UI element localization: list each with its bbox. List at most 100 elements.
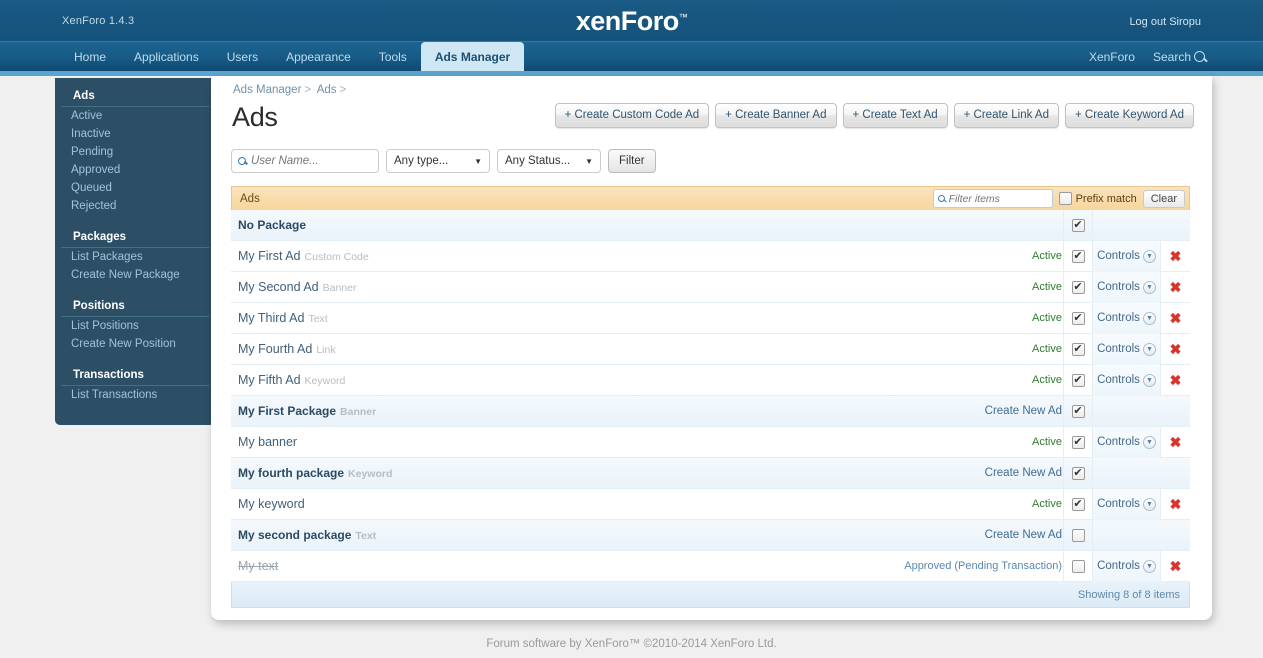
sidebar-item-inactive[interactable]: Inactive xyxy=(55,125,215,143)
type-select[interactable]: Any type... ▼ xyxy=(386,149,490,173)
chevron-down-icon: ▼ xyxy=(1142,249,1156,263)
sidebar-item-create-new-position[interactable]: Create New Position xyxy=(55,335,215,353)
controls-dropdown[interactable]: Controls ▼ xyxy=(1093,426,1161,458)
row-checkbox-cell: ✔ xyxy=(1063,240,1093,272)
breadcrumb-item-ads[interactable]: Ads xyxy=(317,84,337,96)
row-name[interactable]: My text xyxy=(231,559,278,573)
row-name[interactable]: My Fourth Ad Link xyxy=(231,342,336,356)
row-checkbox[interactable]: ✔ xyxy=(1071,218,1085,232)
sidebar-item-queued[interactable]: Queued xyxy=(55,179,215,197)
prefix-match-checkbox[interactable] xyxy=(1058,192,1072,205)
delete-button[interactable]: ✖ xyxy=(1161,334,1190,365)
controls-label: Controls xyxy=(1097,498,1140,510)
filter-items-input[interactable] xyxy=(948,192,1045,205)
close-icon: ✖ xyxy=(1169,434,1182,450)
create-new-ad-link[interactable]: Create New Ad xyxy=(985,467,1062,479)
sidebar-item-list-packages[interactable]: List Packages xyxy=(55,248,215,266)
sidebar-item-create-new-package[interactable]: Create New Package xyxy=(55,266,215,284)
row-checkbox[interactable]: ✔ xyxy=(1071,249,1085,263)
search-input[interactable] xyxy=(251,155,369,167)
breadcrumb-item-ads-manager[interactable]: Ads Manager xyxy=(233,84,301,96)
sidebar-item-approved[interactable]: Approved xyxy=(55,161,215,179)
row-checkbox[interactable]: ✔ xyxy=(1071,404,1085,418)
row-checkbox[interactable] xyxy=(1071,528,1085,542)
row-checkbox[interactable]: ✔ xyxy=(1071,466,1085,480)
row-type-label: Banner xyxy=(322,282,357,294)
delete-button[interactable]: ✖ xyxy=(1161,489,1190,520)
item-filter-field[interactable] xyxy=(932,189,1053,208)
search-icon xyxy=(1194,51,1205,62)
row-name[interactable]: My keyword xyxy=(231,497,305,511)
delete-button[interactable]: ✖ xyxy=(1161,551,1190,582)
nav-tab-ads-manager[interactable]: Ads Manager xyxy=(420,42,525,72)
row-name[interactable]: My second package Text xyxy=(231,528,376,542)
delete-button[interactable]: ✖ xyxy=(1161,365,1190,396)
row-type-label: Keyword xyxy=(348,468,393,480)
nav-tab-applications[interactable]: Applications xyxy=(120,42,213,72)
close-icon: ✖ xyxy=(1169,310,1182,326)
row-name[interactable]: My First Ad Custom Code xyxy=(231,249,369,263)
sidebar-item-active[interactable]: Active xyxy=(55,107,215,125)
row-checkbox[interactable]: ✔ xyxy=(1071,435,1085,449)
controls-dropdown[interactable]: Controls ▼ xyxy=(1093,271,1161,303)
controls-dropdown[interactable]: Controls ▼ xyxy=(1093,333,1161,365)
delete-button[interactable]: ✖ xyxy=(1161,427,1190,458)
table-row: My Fifth Ad Keyword Active ✔ Controls ▼ ✖ xyxy=(231,364,1190,396)
row-checkbox[interactable]: ✔ xyxy=(1071,373,1085,387)
username-search-field[interactable] xyxy=(231,149,379,173)
sidebar-item-list-transactions[interactable]: List Transactions xyxy=(55,386,215,404)
controls-label: Controls xyxy=(1097,343,1140,355)
status-badge[interactable]: Approved (Pending Transaction) xyxy=(904,560,1062,572)
row-checkbox[interactable]: ✔ xyxy=(1071,497,1085,511)
row-name[interactable]: No Package xyxy=(231,218,306,232)
row-type-label: Banner xyxy=(340,406,377,418)
controls-dropdown[interactable]: Controls ▼ xyxy=(1093,302,1161,334)
delete-button[interactable]: ✖ xyxy=(1161,272,1190,303)
prefix-match-toggle[interactable]: Prefix match xyxy=(1058,192,1137,205)
row-name[interactable]: My Fifth Ad Keyword xyxy=(231,373,345,387)
nav-search-link[interactable]: Search xyxy=(1153,50,1205,64)
create-link-ad-button[interactable]: + Create Link Ad xyxy=(953,103,1059,128)
controls-dropdown[interactable]: Controls ▼ xyxy=(1093,364,1161,396)
nav-link-xenforo[interactable]: XenForo xyxy=(1089,50,1135,64)
filter-button[interactable]: Filter xyxy=(608,149,656,173)
row-checkbox-cell: ✔ xyxy=(1063,302,1093,334)
row-checkbox[interactable]: ✔ xyxy=(1071,280,1085,294)
row-checkbox[interactable]: ✔ xyxy=(1071,342,1085,356)
create-custom-code-ad-button[interactable]: + Create Custom Code Ad xyxy=(554,103,710,128)
row-checkbox-cell: ✔ xyxy=(1063,426,1093,458)
controls-dropdown[interactable]: Controls ▼ xyxy=(1093,240,1161,272)
sidebar-item-rejected[interactable]: Rejected xyxy=(55,197,215,215)
logout-link[interactable]: Log out Siropu xyxy=(1129,16,1201,28)
create-new-ad-link[interactable]: Create New Ad xyxy=(985,529,1062,541)
nav-tab-appearance[interactable]: Appearance xyxy=(272,42,365,72)
controls-dropdown[interactable]: Controls ▼ xyxy=(1093,550,1161,582)
create-keyword-ad-button[interactable]: + Create Keyword Ad xyxy=(1065,103,1194,128)
row-checkbox[interactable]: ✔ xyxy=(1071,311,1085,325)
row-name[interactable]: My fourth package Keyword xyxy=(231,466,392,480)
delete-button[interactable]: ✖ xyxy=(1161,303,1190,334)
controls-dropdown[interactable]: Controls ▼ xyxy=(1093,488,1161,520)
row-name[interactable]: My First Package Banner xyxy=(231,404,376,418)
chevron-down-icon: ▼ xyxy=(1142,311,1156,325)
create-new-ad-link[interactable]: Create New Ad xyxy=(985,405,1062,417)
table-row: My fourth package Keyword Create New Ad ✔ xyxy=(231,457,1190,489)
nav-tab-list: Home Applications Users Appearance Tools… xyxy=(60,42,525,72)
create-text-ad-button[interactable]: + Create Text Ad xyxy=(842,103,948,128)
nav-tab-users[interactable]: Users xyxy=(213,42,272,72)
row-name[interactable]: My banner xyxy=(231,435,297,449)
status-badge: Active xyxy=(1032,436,1062,448)
status-select[interactable]: Any Status... ▼ xyxy=(497,149,601,173)
row-name[interactable]: My Second Ad Banner xyxy=(231,280,356,294)
sidebar-item-list-positions[interactable]: List Positions xyxy=(55,317,215,335)
create-banner-ad-button[interactable]: + Create Banner Ad xyxy=(715,103,837,128)
delete-button[interactable]: ✖ xyxy=(1161,241,1190,272)
search-icon xyxy=(238,157,246,165)
nav-tab-home[interactable]: Home xyxy=(60,42,120,72)
sidebar-item-pending[interactable]: Pending xyxy=(55,143,215,161)
row-name[interactable]: My Third Ad Text xyxy=(231,311,328,325)
clear-button[interactable]: Clear xyxy=(1142,189,1185,208)
controls-label: Controls xyxy=(1097,250,1140,262)
nav-tab-tools[interactable]: Tools xyxy=(365,42,421,72)
row-checkbox[interactable] xyxy=(1071,559,1085,573)
